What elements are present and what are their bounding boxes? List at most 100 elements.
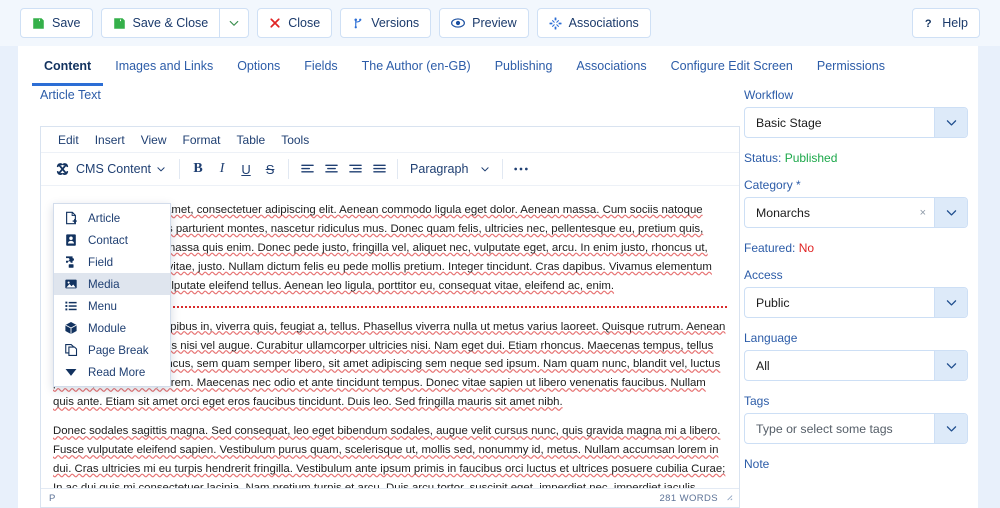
help-button[interactable]: ? Help (912, 8, 980, 38)
tab-the-author[interactable]: The Author (en-GB) (350, 48, 483, 86)
category-select[interactable]: Monarchs × (744, 197, 968, 228)
bold-button[interactable]: B (186, 157, 210, 181)
save-icon (32, 17, 45, 30)
align-center-button[interactable] (319, 157, 343, 181)
page-break-icon (63, 343, 79, 357)
tinymce-editor: Edit Insert View Format Table Tools (40, 126, 740, 508)
featured-label: Featured: (744, 241, 795, 255)
tab-label: Content (44, 59, 91, 73)
workflow-label: Workflow (744, 88, 968, 102)
save-and-close-group: Save & Close (101, 8, 250, 38)
tab-images-and-links[interactable]: Images and Links (103, 48, 225, 86)
tab-associations[interactable]: Associations (564, 48, 658, 86)
associations-button[interactable]: Associations (537, 8, 651, 38)
justify-button[interactable] (367, 157, 391, 181)
block-format-select[interactable]: Paragraph (404, 157, 496, 181)
cms-content-label: CMS Content (76, 162, 151, 176)
cms-menu-item-field[interactable]: Field (54, 251, 170, 273)
tab-content[interactable]: Content (32, 48, 103, 86)
media-image-icon (63, 277, 79, 291)
cms-menu-label: Field (88, 256, 113, 269)
category-group: Category * Monarchs × (744, 178, 968, 228)
save-options-caret-button[interactable] (219, 8, 249, 38)
editor-menu-insert[interactable]: Insert (88, 130, 132, 150)
underline-button[interactable]: U (234, 157, 258, 181)
resize-handle-icon[interactable] (724, 492, 733, 504)
language-select[interactable]: All (744, 350, 968, 381)
chevron-down-icon (934, 108, 967, 137)
tabs-container: Content Images and Links Options Fields … (0, 46, 1000, 88)
tab-options[interactable]: Options (225, 48, 292, 86)
status-right: 281 WORDS (659, 492, 733, 504)
tab-label: Permissions (817, 59, 885, 73)
workflow-select[interactable]: Basic Stage (744, 107, 968, 138)
editor-menu-format[interactable]: Format (176, 130, 228, 150)
close-button[interactable]: Close (257, 8, 332, 38)
tab-permissions[interactable]: Permissions (805, 48, 897, 86)
joomla-article-edit-screen: Save Save & Close Close (0, 0, 1000, 508)
align-left-button[interactable] (295, 157, 319, 181)
tab-publishing[interactable]: Publishing (483, 48, 565, 86)
article-paragraph: Donec sodales sagittis magna. Sed conseq… (53, 422, 727, 488)
toolbar-divider (179, 159, 180, 179)
chevron-down-icon (934, 198, 967, 227)
italic-button[interactable]: I (210, 157, 234, 181)
note-label: Note (744, 457, 968, 471)
strikethrough-glyph: S (266, 162, 275, 177)
cms-menu-item-media[interactable]: Media (54, 273, 170, 295)
tab-label: Publishing (495, 59, 553, 73)
align-right-button[interactable] (343, 157, 367, 181)
editor-menu-view[interactable]: View (134, 130, 174, 150)
underline-glyph: U (241, 162, 250, 177)
status-label: Status: (744, 151, 781, 165)
tab-label: The Author (en-GB) (362, 59, 471, 73)
joomla-logo-icon (54, 161, 71, 178)
clear-category-icon[interactable]: × (920, 207, 934, 219)
status-value: Published (785, 151, 838, 165)
cms-menu-label: Contact (88, 234, 128, 247)
cms-menu-label: Module (88, 322, 126, 335)
cms-menu-item-module[interactable]: Module (54, 317, 170, 339)
workflow-group: Workflow Basic Stage (744, 88, 968, 138)
cms-menu-item-contact[interactable]: Contact (54, 229, 170, 251)
workflow-value: Basic Stage (756, 116, 934, 130)
language-label: Language (744, 331, 968, 345)
more-toolbar-items-button[interactable] (509, 157, 533, 181)
article-text-label: Article Text (40, 88, 740, 102)
cms-menu-item-read-more[interactable]: Read More (54, 361, 170, 383)
category-label: Category * (744, 178, 968, 192)
cms-menu-item-article[interactable]: Article (54, 207, 170, 229)
associations-button-label: Associations (569, 16, 639, 30)
save-button[interactable]: Save (20, 8, 93, 38)
editor-menu-table[interactable]: Table (230, 130, 273, 150)
language-value: All (756, 359, 934, 373)
access-value: Public (756, 296, 934, 310)
tab-configure-edit-screen[interactable]: Configure Edit Screen (659, 48, 805, 86)
strikethrough-button[interactable]: S (258, 157, 282, 181)
tags-select[interactable]: Type or select some tags (744, 413, 968, 444)
cms-menu-label: Media (88, 278, 120, 291)
word-count: 281 WORDS (659, 493, 718, 504)
access-select[interactable]: Public (744, 287, 968, 318)
versions-button[interactable]: Versions (340, 8, 431, 38)
chevron-down-icon (934, 288, 967, 317)
save-and-close-button[interactable]: Save & Close (101, 8, 220, 38)
editor-menu-edit[interactable]: Edit (51, 130, 86, 150)
close-button-label: Close (288, 16, 320, 30)
cms-menu-item-menu[interactable]: Menu (54, 295, 170, 317)
admin-toolbar: Save Save & Close Close (0, 0, 1000, 46)
article-page-plus-icon (63, 211, 79, 225)
cms-menu-item-page-break[interactable]: Page Break (54, 339, 170, 361)
help-button-label: Help (942, 16, 968, 30)
cms-menu-label: Article (88, 212, 120, 225)
menu-label: Format (183, 133, 221, 147)
status-line: Status: Published (744, 151, 968, 165)
preview-button[interactable]: Preview (439, 8, 528, 38)
access-group: Access Public (744, 268, 968, 318)
featured-line: Featured: No (744, 241, 968, 255)
menu-label: Table (237, 133, 266, 147)
tab-fields[interactable]: Fields (292, 48, 349, 86)
tags-group: Tags Type or select some tags (744, 394, 968, 444)
cms-content-dropdown-button[interactable]: CMS Content (47, 157, 173, 181)
editor-menu-tools[interactable]: Tools (274, 130, 316, 150)
